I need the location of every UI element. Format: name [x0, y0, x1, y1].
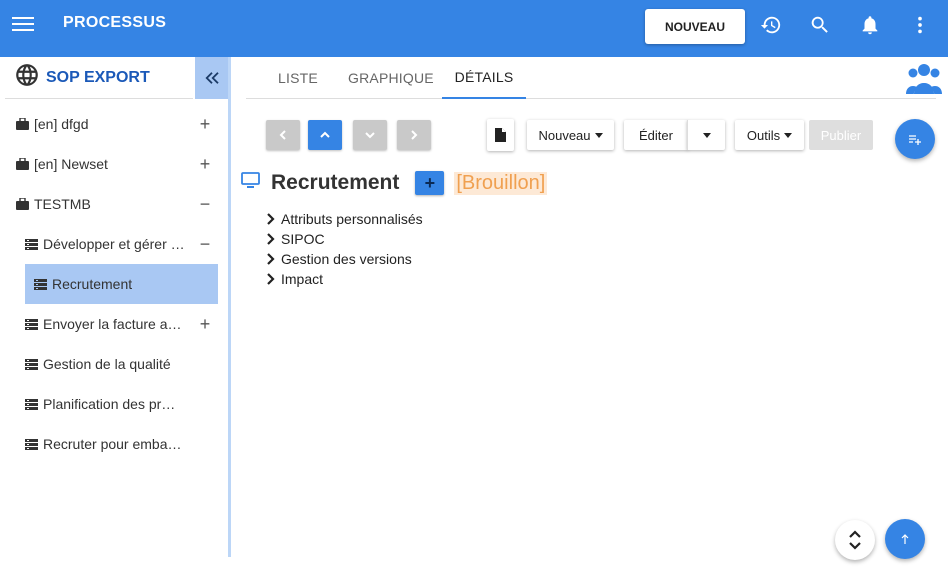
- sidebar-header: SOP EXPORT: [5, 57, 193, 99]
- process-list-icon: [34, 278, 47, 290]
- sidebar-item-dfgd[interactable]: [en] dfgd +: [16, 104, 213, 144]
- move-up-button[interactable]: [308, 120, 342, 150]
- tab-liste[interactable]: LISTE: [278, 57, 318, 99]
- process-list-icon: [25, 318, 38, 330]
- chevron-right-icon: [266, 253, 276, 265]
- next-button[interactable]: [397, 120, 431, 150]
- collapse-sidebar-button[interactable]: [195, 57, 228, 99]
- chevron-right-icon: [266, 213, 276, 225]
- nouveau-label: Nouveau: [538, 127, 591, 143]
- sidebar-item-testmb[interactable]: TESTMB −: [16, 184, 213, 224]
- tab-graphique[interactable]: GRAPHIQUE: [348, 57, 434, 99]
- history-icon[interactable]: [760, 14, 782, 36]
- briefcase-icon: [16, 198, 29, 210]
- sidebar-title: SOP EXPORT: [46, 68, 150, 86]
- tab-details[interactable]: DÉTAILS: [442, 57, 526, 99]
- sidebar-item-label: Gestion de la qualité: [43, 356, 171, 372]
- users-icon[interactable]: [906, 61, 942, 100]
- sidebar-item-label: [en] dfgd: [34, 116, 89, 132]
- arrow-up-icon: [901, 534, 909, 544]
- bell-icon[interactable]: [859, 14, 881, 36]
- double-chevron-left-icon: [204, 72, 219, 84]
- chevron-right-icon: [411, 130, 418, 140]
- process-list-icon: [25, 398, 38, 410]
- chevron-up-icon: [320, 131, 330, 138]
- process-title: Recrutement: [271, 171, 400, 194]
- new-button[interactable]: NOUVEAU: [645, 9, 745, 44]
- add-button[interactable]: +: [415, 171, 445, 195]
- status-badge: [Brouillon]: [454, 171, 548, 195]
- editer-label: Éditer: [639, 127, 673, 143]
- editer-button[interactable]: Éditer: [624, 120, 688, 150]
- section-impact[interactable]: Impact: [266, 269, 323, 289]
- sidebar-item-label: TESTMB: [34, 196, 91, 212]
- menu-icon[interactable]: [12, 14, 34, 36]
- sidebar-item-planification[interactable]: Planification des production: [25, 384, 213, 424]
- process-heading: Recrutement + [Brouillon]: [241, 170, 548, 196]
- sidebar-item-label: Envoyer la facture au client: [43, 316, 187, 332]
- unfold-icon: [849, 530, 861, 550]
- process-list-icon: [25, 238, 38, 250]
- sidebar-item-newset[interactable]: [en] Newset +: [16, 144, 213, 184]
- tab-bar: LISTE GRAPHIQUE DÉTAILS: [246, 57, 936, 99]
- expand-toggle[interactable]: +: [197, 114, 213, 135]
- section-label: Impact: [281, 271, 324, 287]
- process-list-icon: [25, 358, 38, 370]
- sidebar-item-recruter[interactable]: Recruter pour embaucher: [25, 424, 213, 464]
- add-to-list-button[interactable]: [895, 119, 935, 159]
- expand-collapse-button[interactable]: [835, 520, 875, 560]
- section-attributs[interactable]: Attributs personnalisés: [266, 209, 423, 229]
- caret-down-icon: [784, 132, 793, 138]
- search-icon[interactable]: [809, 14, 831, 36]
- outils-label: Outils: [746, 127, 781, 143]
- document-icon: [495, 128, 506, 142]
- sidebar-divider[interactable]: [228, 57, 231, 557]
- briefcase-icon: [16, 158, 29, 170]
- caret-down-icon: [702, 132, 711, 138]
- nouveau-dropdown[interactable]: Nouveau: [527, 120, 614, 150]
- section-label: Gestion des versions: [281, 251, 412, 267]
- more-vert-icon[interactable]: [909, 14, 931, 36]
- collapse-toggle[interactable]: −: [197, 194, 213, 215]
- expand-toggle[interactable]: +: [197, 314, 213, 335]
- sidebar-item-label: Développer et gérer les produits: [43, 236, 185, 252]
- chevron-down-icon: [365, 132, 375, 139]
- scroll-top-button[interactable]: [885, 519, 925, 559]
- chevron-left-icon: [279, 130, 286, 140]
- move-down-button[interactable]: [353, 120, 387, 150]
- section-label: SIPOC: [281, 231, 325, 247]
- previous-button[interactable]: [266, 120, 300, 150]
- chevron-right-icon: [266, 233, 276, 245]
- process-list-icon: [25, 438, 38, 450]
- top-app-bar: PROCESSUS NOUVEAU: [0, 0, 948, 57]
- briefcase-icon: [16, 118, 29, 130]
- playlist-add-icon: [909, 135, 921, 145]
- expand-toggle[interactable]: +: [197, 154, 213, 175]
- sidebar-item-recrutement[interactable]: Recrutement: [25, 264, 218, 304]
- document-button[interactable]: [487, 119, 514, 151]
- collapse-toggle[interactable]: −: [197, 234, 213, 255]
- publier-button[interactable]: Publier: [809, 120, 873, 150]
- section-label: Attributs personnalisés: [281, 211, 423, 227]
- section-gestion-versions[interactable]: Gestion des versions: [266, 249, 412, 269]
- page-title: PROCESSUS: [63, 14, 167, 31]
- chevron-right-icon: [266, 273, 276, 285]
- sidebar-item-envoyer-facture[interactable]: Envoyer la facture au client +: [25, 304, 213, 344]
- caret-down-icon: [594, 132, 603, 138]
- sidebar-item-gestion-qualite[interactable]: Gestion de la qualité: [25, 344, 213, 384]
- sidebar-item-developper[interactable]: Développer et gérer les produits −: [25, 224, 213, 264]
- monitor-icon: [241, 172, 260, 194]
- globe-icon: [14, 62, 40, 93]
- sidebar-item-label: Recruter pour embaucher: [43, 436, 185, 452]
- sidebar-item-label: Recrutement: [52, 276, 133, 292]
- sidebar-item-label: Planification des production: [43, 396, 181, 412]
- outils-dropdown[interactable]: Outils: [735, 120, 804, 150]
- editer-dropdown-toggle[interactable]: [687, 120, 725, 150]
- sidebar-item-label: [en] Newset: [34, 156, 108, 172]
- section-sipoc[interactable]: SIPOC: [266, 229, 325, 249]
